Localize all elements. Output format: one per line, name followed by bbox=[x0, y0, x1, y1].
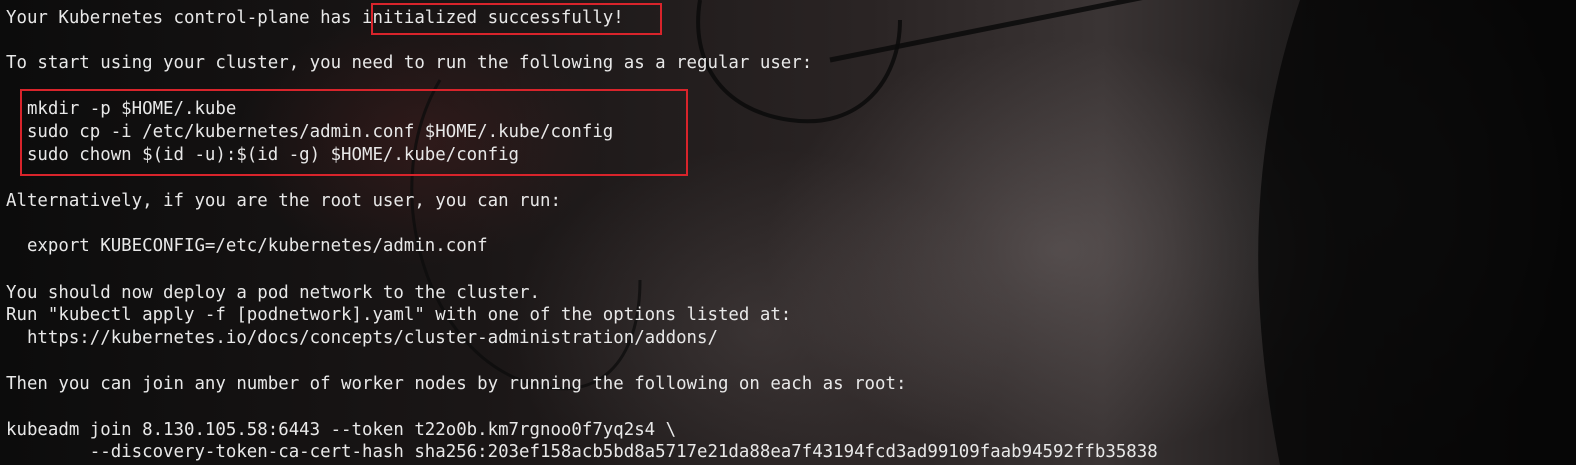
command-discovery-hash: --discovery-token-ca-cert-hash sha256:20… bbox=[6, 442, 1158, 462]
hair-strand bbox=[1258, 0, 1576, 465]
addons-url: https://kubernetes.io/docs/concepts/clus… bbox=[6, 328, 718, 348]
output-line-join-workers: Then you can join any number of worker n… bbox=[6, 374, 907, 394]
output-line-initialized: Your Kubernetes control-plane has initia… bbox=[6, 7, 624, 29]
command-export-kubeconfig: export KUBECONFIG=/etc/kubernetes/admin.… bbox=[6, 236, 488, 256]
output-line-kubectl-apply: Run "kubectl apply -f [podnetwork].yaml"… bbox=[6, 305, 792, 325]
command-copy-config: sudo cp -i /etc/kubernetes/admin.conf $H… bbox=[6, 122, 614, 142]
glasses-arm bbox=[829, 0, 1143, 63]
line-prefix: Your Kubernetes control-plane has bbox=[6, 8, 362, 28]
terminal-window[interactable]: Your Kubernetes control-plane has initia… bbox=[0, 0, 1576, 465]
success-message: initialized successfully! bbox=[361, 8, 624, 28]
command-kubeadm-join: kubeadm join 8.130.105.58:6443 --token t… bbox=[6, 420, 677, 440]
command-mkdir: mkdir -p $HOME/.kube bbox=[6, 99, 237, 119]
output-line-alternatively: Alternatively, if you are the root user,… bbox=[6, 191, 561, 211]
command-chown: sudo chown $(id -u):$(id -g) $HOME/.kube… bbox=[6, 145, 520, 165]
output-line-start-using: To start using your cluster, you need to… bbox=[6, 53, 813, 73]
output-line-deploy-network: You should now deploy a pod network to t… bbox=[6, 283, 540, 303]
